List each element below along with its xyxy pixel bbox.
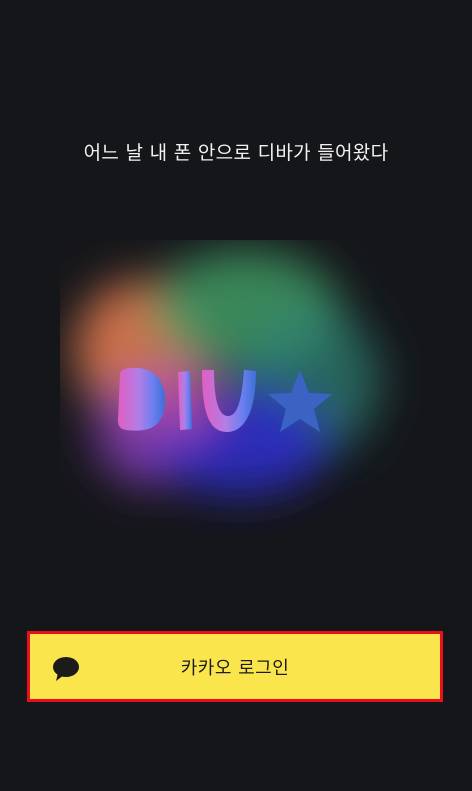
kakao-login-button[interactable]: 카카오 로그인 xyxy=(27,631,443,702)
tagline: 어느 날 내 폰 안으로 디바가 들어왔다 xyxy=(83,142,389,164)
splash-screen: 어느 날 내 폰 안으로 디바가 들어왔다 카카오 로그인 xyxy=(0,0,472,791)
logo-graphic xyxy=(75,250,380,495)
kakao-login-label: 카카오 로그인 xyxy=(180,657,290,679)
kakao-login-button-surface[interactable]: 카카오 로그인 xyxy=(33,637,437,696)
app-logo xyxy=(60,240,420,540)
